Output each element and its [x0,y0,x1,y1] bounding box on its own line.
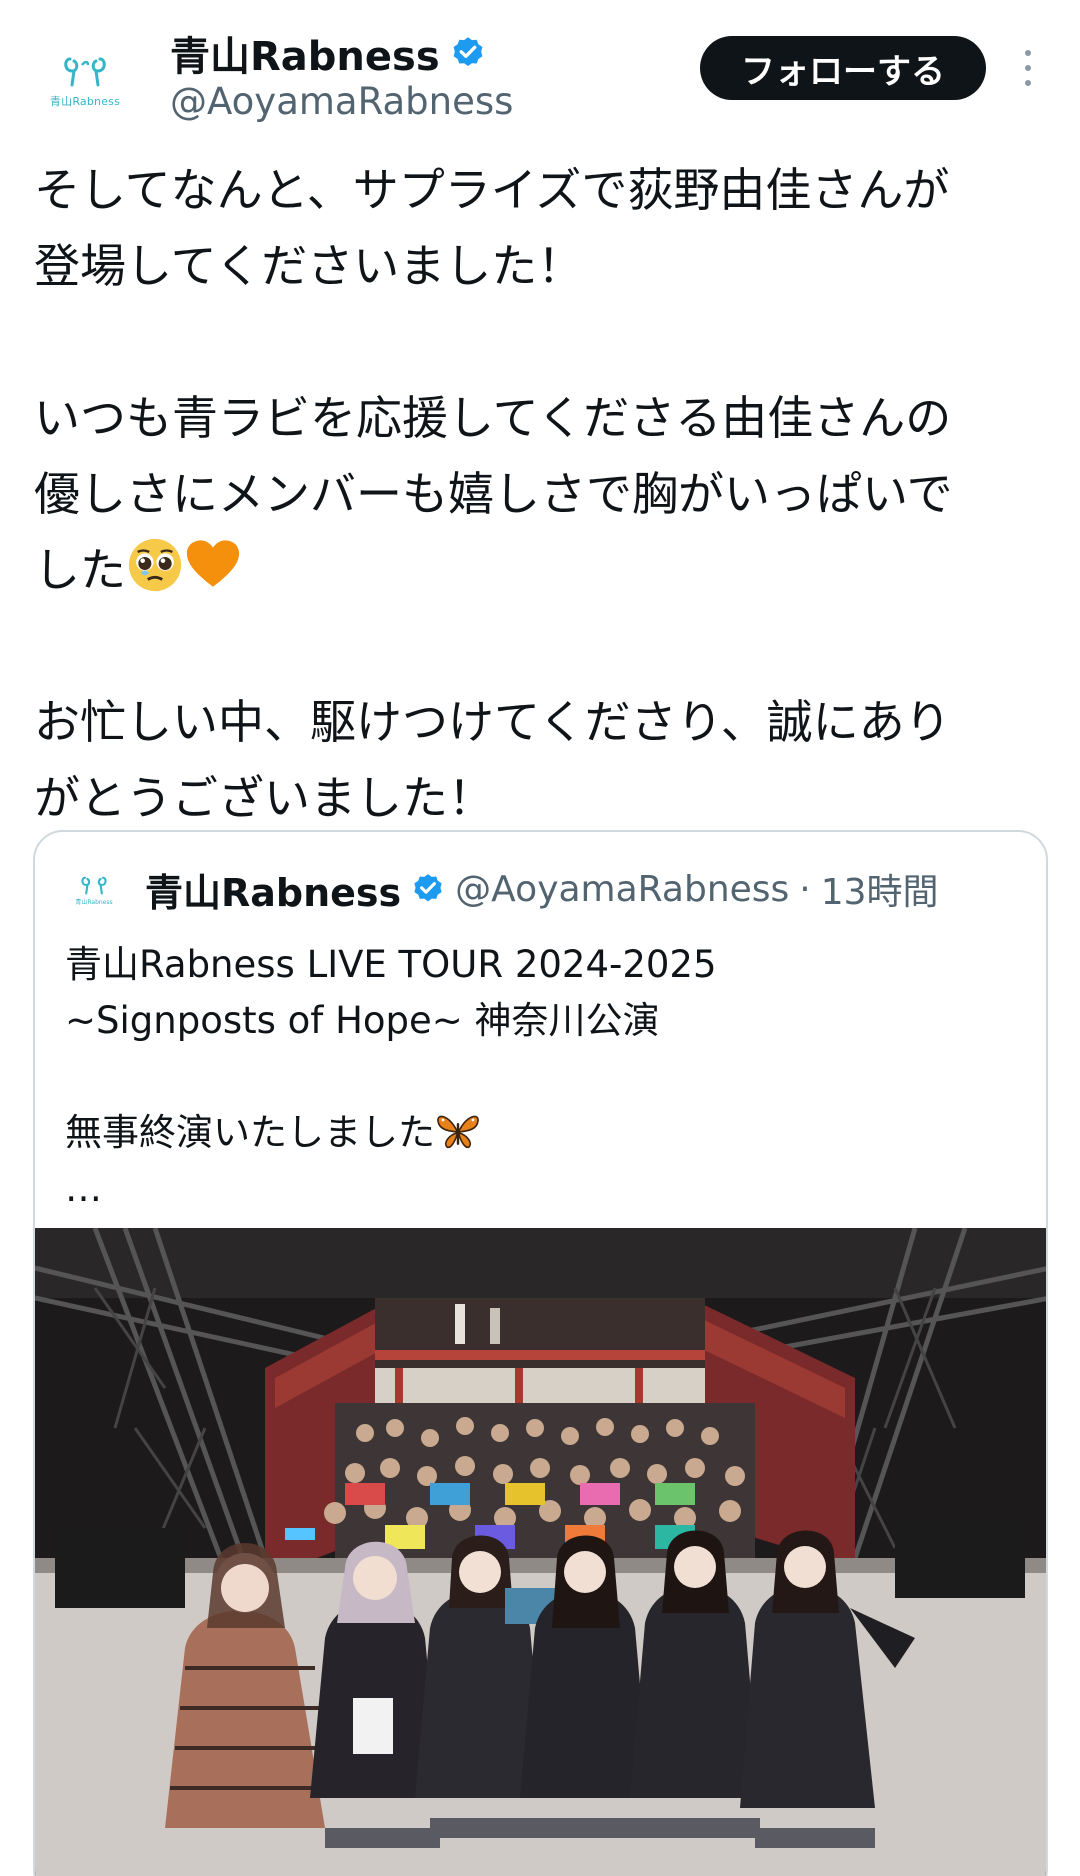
quoted-avatar[interactable]: 青山Rabness [67,862,121,916]
verified-badge-icon [450,35,486,71]
rabness-logo-icon [64,57,106,87]
tweet-paragraph: そしてなんと、サプライズで荻野由佳さんが 登場してくださいました！ [34,152,1044,304]
verified-badge-icon [411,872,445,906]
more-options-icon[interactable] [1016,46,1040,90]
tweet-line: 優しさにメンバーも嬉しさで胸がいっぱいで [34,467,953,521]
group-photo-on-stage-image [35,1228,1046,1876]
avatar-caption: 青山Rabness [49,95,121,108]
quoted-line: ~Signposts of Hope~ 神奈川公演 [65,999,660,1042]
tweet-line: 登場してくださいました！ [34,239,584,293]
tweet-line: がとうございました！ [34,771,494,825]
pleading-face-emoji-icon [128,538,182,592]
user-handle[interactable]: @AoyamaRabness [170,80,513,123]
quoted-handle: @AoyamaRabness [455,868,790,910]
quoted-tweet-header: 青山Rabness 青山Rabness @AoyamaRabness · 13時… [67,862,939,916]
tweet-view: 青山Rabness 青山Rabness @AoyamaRabness フォローす… [0,0,1080,1876]
name-row: 青山Rabness [170,28,486,80]
tweet-paragraph: お忙しい中、駆けつけてくださり、誠にあり がとうございました！ [34,684,1044,836]
quoted-gap [65,1049,1025,1105]
quoted-tweet-photo[interactable] [35,1228,1046,1876]
quoted-tweet-card[interactable]: 青山Rabness 青山Rabness @AoyamaRabness · 13時… [33,830,1048,1876]
rabness-logo-icon [81,876,107,894]
quoted-tweet-text: 青山Rabness LIVE TOUR 2024-2025 ~Signposts… [65,937,1025,1217]
tweet-text: そしてなんと、サプライズで荻野由佳さんが 登場してくださいました！ いつも青ラビ… [34,152,1044,836]
quoted-avatar-caption: 青山Rabness [75,898,113,906]
tweet-line-with-emoji: した [34,532,1044,608]
tweet-line: いつも青ラビを応援してくださる由佳さんの [34,391,952,445]
quoted-ellipsis: … [65,1167,102,1210]
tweet-line: した [34,543,126,597]
quoted-display-name: 青山Rabness [145,870,402,915]
quoted-timestamp: 13時間 [820,872,939,913]
follow-button[interactable]: フォローする [700,36,986,100]
quoted-line: 青山Rabness LIVE TOUR 2024-2025 [65,943,717,986]
quoted-line: 無事終演いたしました [65,1111,435,1154]
tweet-line: そしてなんと、サプライズで荻野由佳さんが [34,163,950,217]
orange-heart-emoji-icon [186,540,240,587]
profile-avatar[interactable]: 青山Rabness [35,30,135,130]
butterfly-emoji-icon [437,1115,479,1149]
display-name[interactable]: 青山Rabness [170,24,440,82]
tweet-line: お忙しい中、駆けつけてくださり、誠にあり [34,695,951,749]
tweet-paragraph: いつも青ラビを応援してくださる由佳さんの 優しさにメンバーも嬉しさで胸がいっぱい… [34,380,1044,608]
quoted-line-with-emoji: 無事終演いたしました [65,1105,1025,1161]
dot-separator: · [799,868,811,910]
